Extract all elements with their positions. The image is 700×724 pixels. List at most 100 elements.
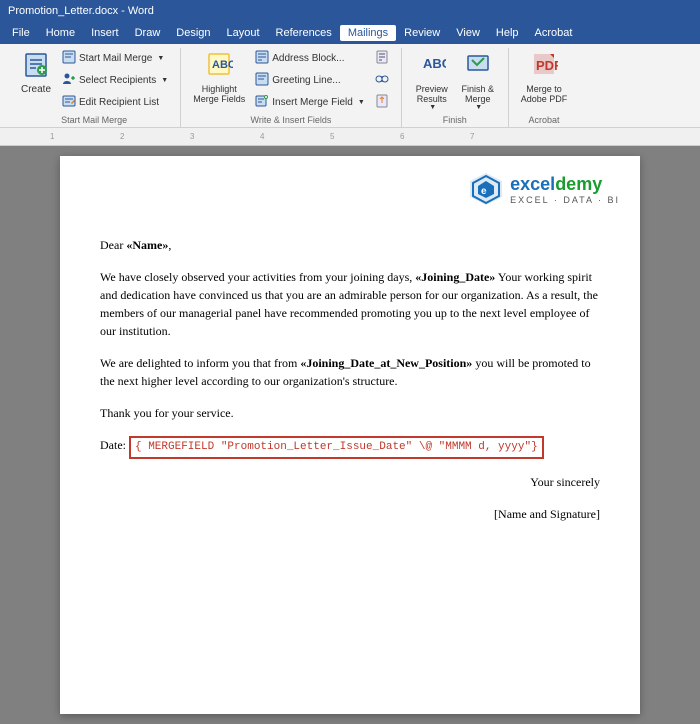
joining-date-position-field: «Joining_Date_at_New_Position» (300, 356, 472, 370)
match-fields-icon (375, 72, 389, 89)
closing-text: Your sincerely (530, 475, 600, 489)
adobe-label: Merge toAdobe PDF (521, 84, 568, 104)
logo-text: exceldemy EXCEL · DATA · BI (510, 174, 620, 205)
finish-merge-button[interactable]: Finish &Merge ▼ (456, 48, 500, 113)
create-icon (22, 50, 50, 82)
address-block-icon (255, 50, 269, 67)
greeting-comma: , (168, 238, 171, 252)
insert-merge-field-label: Insert Merge Field (272, 97, 353, 108)
insert-merge-dropdown[interactable]: ▼ (358, 99, 365, 106)
insert-merge-field-button[interactable]: Insert Merge Field ▼ (251, 92, 369, 113)
mail-merge-col: Start Mail Merge ▼ Select Recipients (58, 48, 172, 113)
logo-tagline: EXCEL · DATA · BI (510, 195, 620, 205)
edit-recipient-list-button[interactable]: Edit Recipient List (58, 92, 172, 113)
acrobat-group-label: Acrobat (517, 113, 572, 125)
menu-view[interactable]: View (448, 25, 488, 41)
start-mail-merge-group-label: Start Mail Merge (16, 113, 172, 125)
create-button[interactable]: Create (16, 48, 56, 97)
finish-dropdown[interactable]: ▼ (475, 104, 482, 111)
match-fields-button[interactable] (371, 70, 393, 91)
start-mail-merge-label: Start Mail Merge (79, 53, 152, 64)
rules-button[interactable] (371, 48, 393, 69)
preview-dropdown[interactable]: ▼ (429, 104, 436, 111)
menu-home[interactable]: Home (38, 25, 83, 41)
update-labels-icon (375, 94, 389, 111)
signature-para: [Name and Signature] (100, 505, 600, 523)
menu-file[interactable]: File (4, 25, 38, 41)
menu-acrobat[interactable]: Acrobat (527, 25, 581, 41)
date-merge-field[interactable]: { MERGEFIELD "Promotion_Letter_Issue_Dat… (129, 436, 544, 459)
update-labels-button[interactable] (371, 92, 393, 113)
document-area: e exceldemy EXCEL · DATA · BI Dear «Name… (0, 146, 700, 724)
start-mail-merge-button[interactable]: Start Mail Merge ▼ (58, 48, 172, 69)
preview-results-button[interactable]: ABC PreviewResults ▼ (410, 48, 454, 113)
para2: We are delighted to inform you that from… (100, 354, 600, 390)
menu-help[interactable]: Help (488, 25, 527, 41)
finish-icon (464, 50, 492, 82)
preview-icon: ABC (418, 50, 446, 82)
menu-review[interactable]: Review (396, 25, 448, 41)
greeting-line-label: Greeting Line... (272, 75, 340, 86)
highlight-icon: ABC (205, 50, 233, 82)
logo: e exceldemy EXCEL · DATA · BI (468, 171, 620, 207)
signature-text: [Name and Signature] (494, 507, 600, 521)
write-insert-col: Address Block... Greeting Line... (251, 48, 369, 113)
start-merge-icon (62, 50, 76, 67)
write-insert-group-label: Write & Insert Fields (189, 113, 393, 125)
title-bar: Promotion_Letter.docx - Word (0, 0, 700, 22)
preview-label: PreviewResults (416, 84, 448, 104)
address-block-label: Address Block... (272, 53, 344, 64)
greeting-para: Dear «Name», (100, 236, 600, 254)
greeting-text: Dear (100, 238, 126, 252)
svg-text:ABC: ABC (423, 56, 446, 71)
address-block-button[interactable]: Address Block... (251, 48, 369, 69)
select-recipients-icon (62, 72, 76, 89)
date-label: Date: (100, 438, 129, 452)
para1: We have closely observed your activities… (100, 268, 600, 340)
merge-adobe-button[interactable]: PDF Merge toAdobe PDF (517, 48, 572, 106)
doc-content[interactable]: Dear «Name», We have closely observed yo… (100, 236, 600, 523)
menu-mailings[interactable]: Mailings (340, 25, 396, 41)
joining-date-field: «Joining_Date» (415, 270, 495, 284)
start-merge-dropdown[interactable]: ▼ (157, 55, 164, 62)
rules-icon (375, 50, 389, 67)
logo-icon: e (468, 171, 504, 207)
highlight-merge-fields-button[interactable]: ABC HighlightMerge Fields (189, 48, 249, 106)
greeting-line-button[interactable]: Greeting Line... (251, 70, 369, 91)
ribbon-group-write-insert: ABC HighlightMerge Fields (181, 48, 402, 127)
menu-draw[interactable]: Draw (127, 25, 169, 41)
insert-merge-icon (255, 94, 269, 111)
ribbon-group-preview: ABC PreviewResults ▼ Finish &Merge ▼ Fin… (402, 48, 509, 127)
select-recipients-button[interactable]: Select Recipients ▼ (58, 70, 172, 91)
menu-design[interactable]: Design (168, 25, 218, 41)
para3: Thank you for your service. (100, 404, 600, 422)
finish-label: Finish &Merge (462, 84, 495, 104)
para1-start: We have closely observed your activities… (100, 270, 415, 284)
svg-text:ABC: ABC (212, 59, 233, 71)
select-recipients-dropdown[interactable]: ▼ (161, 77, 168, 84)
menu-insert[interactable]: Insert (83, 25, 127, 41)
extra-col (371, 48, 393, 113)
edit-recipient-icon (62, 94, 76, 111)
ribbon-buttons-preview: ABC PreviewResults ▼ Finish &Merge ▼ (410, 48, 500, 113)
svg-text:e: e (481, 186, 487, 197)
title-text: Promotion_Letter.docx - Word (8, 5, 154, 17)
ribbon-buttons-write: ABC HighlightMerge Fields (189, 48, 393, 113)
closing-para: Your sincerely (100, 473, 600, 491)
greeting-line-icon (255, 72, 269, 89)
ribbon-buttons-acrobat: PDF Merge toAdobe PDF (517, 48, 572, 113)
menu-references[interactable]: References (268, 25, 340, 41)
select-recipients-label: Select Recipients (79, 75, 156, 86)
date-para: Date: { MERGEFIELD "Promotion_Letter_Iss… (100, 436, 600, 459)
adobe-icon: PDF (530, 50, 558, 82)
ribbon-group-start-mail-merge: Create Start Mail Merge ▼ (8, 48, 181, 127)
svg-text:PDF: PDF (536, 58, 558, 73)
para2-start: We are delighted to inform you that from (100, 356, 300, 370)
menu-layout[interactable]: Layout (219, 25, 268, 41)
finish-group-label: Finish (410, 113, 500, 125)
edit-recipient-label: Edit Recipient List (79, 97, 159, 108)
create-label: Create (21, 84, 51, 95)
ribbon-buttons-start: Create Start Mail Merge ▼ (16, 48, 172, 113)
logo-name: exceldemy (510, 174, 620, 195)
ruler: 1 2 3 4 5 6 7 (0, 128, 700, 146)
